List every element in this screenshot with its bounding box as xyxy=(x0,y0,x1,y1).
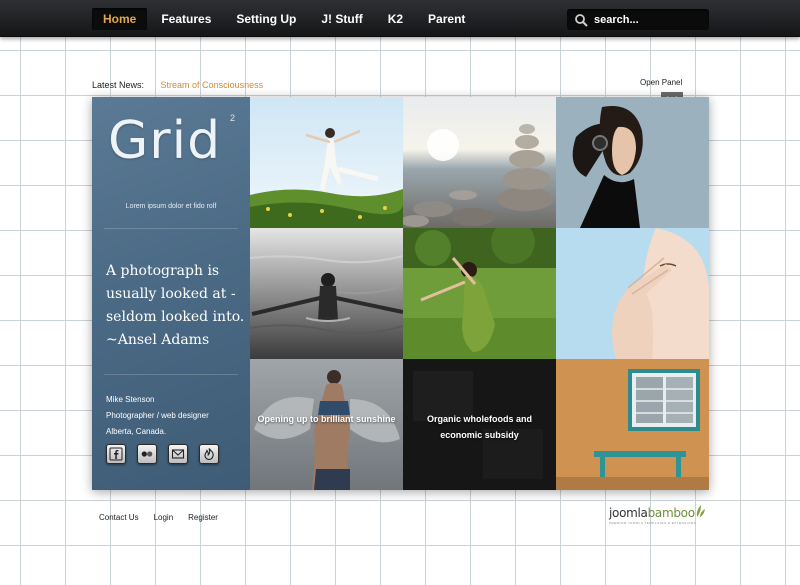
open-panel-link[interactable]: Open Panel xyxy=(640,78,682,87)
latest-news-label: Latest News: xyxy=(92,80,145,90)
joomlabamboo-logo[interactable]: joomlabamboo PREMIUM JOOMLA TEMPLATES & … xyxy=(609,505,705,525)
nav-features[interactable]: Features xyxy=(150,8,222,30)
feed-icon[interactable] xyxy=(199,444,219,464)
top-navigation-bar: Home Features Setting Up J! Stuff K2 Par… xyxy=(0,0,800,37)
water-photo xyxy=(250,228,403,359)
facebook-icon[interactable] xyxy=(106,444,126,464)
nav-j-stuff[interactable]: J! Stuff xyxy=(310,8,373,30)
flickr-icon[interactable] xyxy=(137,444,157,464)
featured-quote: A photograph is usually looked at - seld… xyxy=(106,263,245,348)
author-name: Mike Stenson xyxy=(106,395,155,404)
tile-caption-sunshine: Opening up to brilliant sunshine xyxy=(257,414,396,424)
dancer-photo xyxy=(250,97,403,228)
stones-photo xyxy=(403,97,556,228)
photo-tile-face[interactable] xyxy=(556,228,709,359)
search-icon[interactable] xyxy=(574,13,588,27)
footer-login-link[interactable]: Login xyxy=(154,513,174,522)
photo-tile-stones[interactable] xyxy=(403,97,556,228)
social-links xyxy=(106,444,230,464)
face-photo xyxy=(556,228,709,359)
latest-news-link[interactable]: Stream of Consciousness xyxy=(161,80,264,90)
nav-home[interactable]: Home xyxy=(92,8,148,30)
author-location: Alberta, Canada. xyxy=(106,427,167,436)
logo-part-joomla: joomla xyxy=(609,506,648,520)
logo-subtitle: PREMIUM JOOMLA TEMPLATES & EXTENSIONS xyxy=(609,521,697,525)
sidebar-divider xyxy=(104,374,238,375)
sidebar-panel: Grid 2 Lorem ipsum dolor et fido rolf A … xyxy=(92,97,250,490)
photo-tile-window[interactable] xyxy=(556,359,709,490)
footer-register-link[interactable]: Register xyxy=(188,513,218,522)
footer-links: Contact Us Login Register xyxy=(99,513,233,522)
nav-setting-up[interactable]: Setting Up xyxy=(225,8,307,30)
main-nav: Home Features Setting Up J! Stuff K2 Par… xyxy=(92,8,479,30)
nav-parent[interactable]: Parent xyxy=(417,8,476,30)
photo-tile-headphones[interactable] xyxy=(556,97,709,228)
photo-grid: Grid 2 Lorem ipsum dolor et fido rolf A … xyxy=(92,97,709,490)
photo-tile-sunshine[interactable]: Opening up to brilliant sunshine xyxy=(250,359,403,490)
author-role: Photographer / web designer xyxy=(106,411,209,420)
search-input[interactable] xyxy=(594,11,702,28)
headphones-photo xyxy=(556,97,709,228)
author-info: Mike Stenson Photographer / web designer… xyxy=(106,392,209,440)
brand-title: Grid xyxy=(108,111,222,171)
photo-tile-green-field[interactable] xyxy=(403,228,556,359)
latest-news: Latest News: Stream of Consciousness xyxy=(92,80,263,90)
brand-tagline: Lorem ipsum dolor et fido rolf xyxy=(125,203,217,210)
photo-tile-water[interactable] xyxy=(250,228,403,359)
footer-contact-link[interactable]: Contact Us xyxy=(99,513,139,522)
logo-part-bamboo: bamboo xyxy=(647,506,695,520)
bamboo-leaf-icon xyxy=(696,505,705,517)
photo-tile-wholefoods[interactable]: Organic wholefoods and economic subsidy xyxy=(403,359,556,490)
logo-wordmark: joomlabamboo xyxy=(609,505,705,520)
brand-superscript: 2 xyxy=(230,113,236,123)
green-field-photo xyxy=(403,228,556,359)
tile-caption-wholefoods: Organic wholefoods and economic subsidy xyxy=(426,414,532,440)
search-box xyxy=(567,9,709,30)
window-bench-photo xyxy=(556,359,709,490)
nav-k2[interactable]: K2 xyxy=(377,8,414,30)
sidebar-divider xyxy=(104,228,238,229)
photo-tile-dancer[interactable] xyxy=(250,97,403,228)
mail-icon[interactable] xyxy=(168,444,188,464)
